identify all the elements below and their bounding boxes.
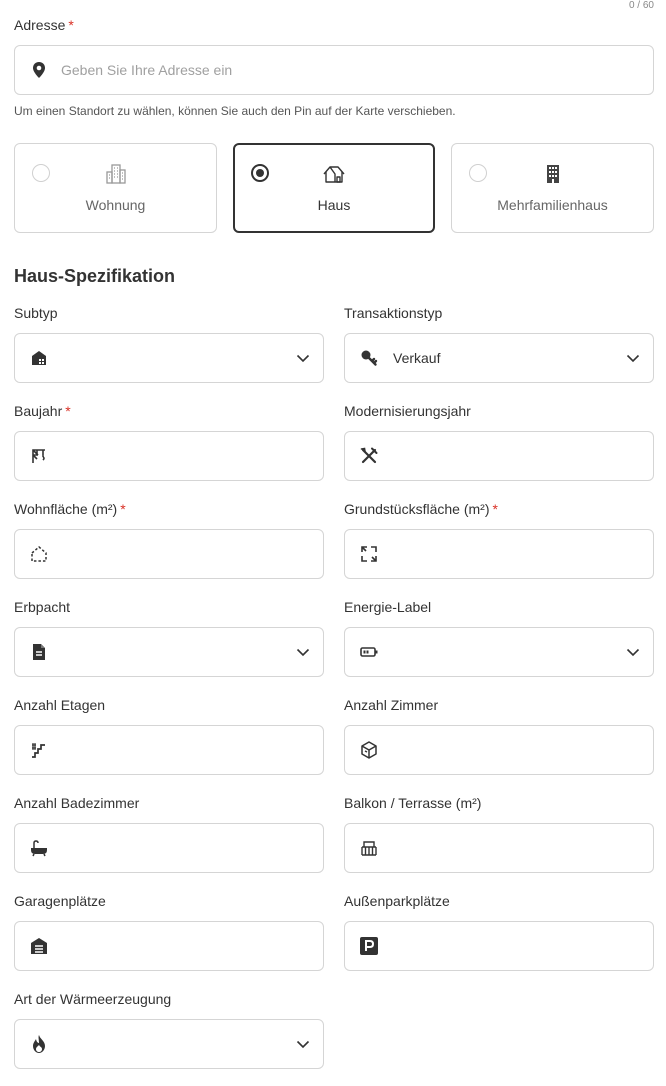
grundstuecksflaeche-input[interactable] [344, 529, 654, 579]
expand-icon [359, 544, 379, 564]
parking-icon [359, 936, 379, 956]
aussenparkplaetze-label: Außenparkplätze [344, 893, 450, 909]
garagenplaetze-label: Garagenplätze [14, 893, 106, 909]
modernisierungsjahr-label: Modernisierungsjahr [344, 403, 471, 419]
baujahr-label-text: Baujahr [14, 403, 63, 419]
property-type-wohnung[interactable]: Wohnung [14, 143, 217, 233]
chevron-down-icon [296, 1040, 310, 1049]
floor-area-icon [29, 544, 49, 564]
anzahl-zimmer-label: Anzahl Zimmer [344, 697, 439, 713]
house-subtype-icon [29, 348, 49, 368]
document-icon [29, 642, 49, 662]
transaktionstyp-select[interactable]: Verkauf [344, 333, 654, 383]
required-mark: * [68, 17, 74, 33]
property-type-label: Mehrfamilienhaus [497, 197, 608, 213]
grundstuecksflaeche-label-text: Grundstücksfläche (m²) [344, 501, 490, 517]
balcony-icon [359, 838, 379, 858]
apartment-building-icon [15, 162, 216, 186]
map-pin-icon [29, 60, 49, 80]
anzahl-badezimmer-label: Anzahl Badezimmer [14, 795, 140, 811]
room-cube-icon [359, 740, 379, 760]
wohnflaeche-label: Wohnfläche (m²) * [14, 501, 324, 517]
subtyp-select[interactable] [14, 333, 324, 383]
address-char-counter: 0 / 60 [628, 0, 654, 11]
anzahl-etagen-label: Anzahl Etagen [14, 697, 106, 713]
required-mark: * [65, 403, 71, 419]
waermeerzeugung-select[interactable] [14, 1019, 324, 1069]
garagenplaetze-input[interactable] [14, 921, 324, 971]
anzahl-badezimmer-input[interactable] [14, 823, 324, 873]
chevron-down-icon [626, 354, 640, 363]
stairs-icon [29, 740, 49, 760]
aussenparkplaetze-input[interactable] [344, 921, 654, 971]
wohnflaeche-input[interactable] [14, 529, 324, 579]
house-icon [235, 162, 433, 186]
garage-icon [29, 936, 49, 956]
address-label-text: Adresse [14, 17, 66, 33]
section-title: Haus-Spezifikation [14, 266, 176, 286]
address-label: Adresse * [14, 17, 74, 33]
address-input[interactable]: Geben Sie Ihre Adresse ein [14, 45, 654, 95]
erbpacht-select[interactable] [14, 627, 324, 677]
property-type-mehrfamilienhaus[interactable]: Mehrfamilienhaus [451, 143, 654, 233]
tools-icon [359, 446, 379, 466]
grundstuecksflaeche-label: Grundstücksfläche (m²) * [344, 501, 654, 517]
anzahl-zimmer-input[interactable] [344, 725, 654, 775]
waermeerzeugung-label: Art der Wärmeerzeugung [14, 991, 172, 1007]
subtyp-label: Subtyp [14, 305, 58, 321]
chevron-down-icon [296, 648, 310, 657]
address-placeholder: Geben Sie Ihre Adresse ein [61, 62, 233, 78]
modernisierungsjahr-input[interactable] [344, 431, 654, 481]
chevron-down-icon [296, 354, 310, 363]
bathtub-icon [29, 838, 49, 858]
erbpacht-label: Erbpacht [14, 599, 71, 615]
key-icon [359, 348, 379, 368]
wohnflaeche-label-text: Wohnfläche (m²) [14, 501, 118, 517]
baujahr-label: Baujahr * [14, 403, 324, 419]
baujahr-input[interactable] [14, 431, 324, 481]
address-hint: Um einen Standort zu wählen, können Sie … [14, 104, 456, 118]
required-mark: * [120, 501, 126, 517]
battery-icon [359, 642, 379, 662]
balkon-terrasse-input[interactable] [344, 823, 654, 873]
transaktionstyp-label: Transaktionstyp [344, 305, 443, 321]
crane-icon [29, 446, 49, 466]
chevron-down-icon [626, 648, 640, 657]
energie-label-label: Energie-Label [344, 599, 432, 615]
multi-family-building-icon [452, 162, 653, 186]
property-type-label: Wohnung [85, 197, 146, 213]
property-type-haus[interactable]: Haus [233, 143, 435, 233]
balkon-terrasse-label: Balkon / Terrasse (m²) [344, 795, 482, 811]
transaktionstyp-value: Verkauf [393, 350, 441, 366]
energie-label-select[interactable] [344, 627, 654, 677]
anzahl-etagen-input[interactable] [14, 725, 324, 775]
flame-icon [29, 1034, 49, 1054]
required-mark: * [492, 501, 498, 517]
property-type-label: Haus [317, 197, 351, 213]
